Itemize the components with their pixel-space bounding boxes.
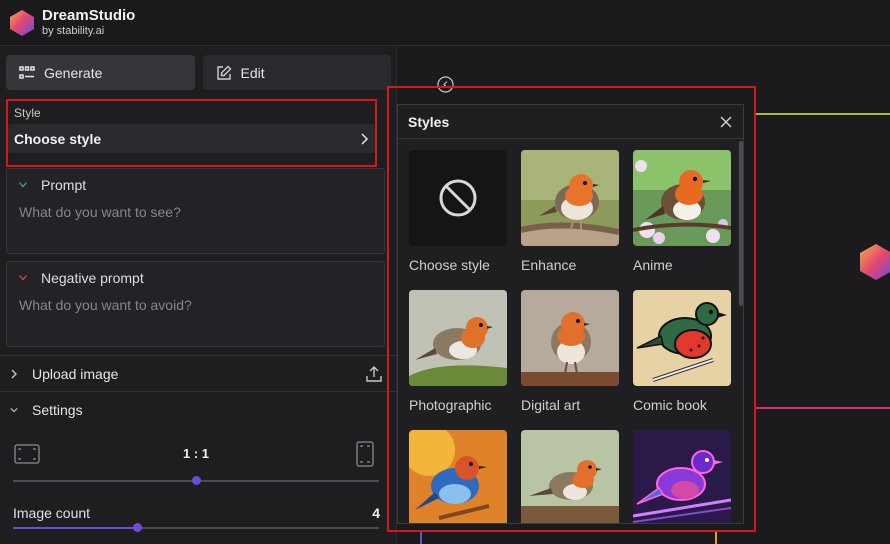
mode-tabs: Generate Edit (6, 55, 391, 91)
negative-prompt-label: Negative prompt (41, 270, 144, 286)
prompt-label: Prompt (41, 177, 87, 193)
canvas-guide-line (755, 407, 890, 409)
prompt-card[interactable]: Prompt What do you want to see? (6, 168, 385, 254)
style-tile-photographic[interactable]: Photographic (409, 290, 507, 413)
style-thumbnail (409, 430, 507, 523)
style-select-value: Choose style (14, 130, 102, 147)
style-tile[interactable] (633, 430, 731, 523)
prompt-input[interactable]: What do you want to see? (19, 204, 181, 220)
settings-row[interactable]: Settings (0, 391, 397, 427)
upload-image-row[interactable]: Upload image (0, 355, 397, 391)
dreamstudio-hex-icon (860, 244, 890, 280)
style-tile-digital-art[interactable]: Digital art (521, 290, 619, 413)
style-thumbnail (633, 430, 731, 523)
style-tile-anime[interactable]: Anime (633, 150, 731, 273)
portrait-ratio-icon[interactable] (356, 441, 374, 467)
grid-icon (18, 64, 36, 82)
negative-prompt-input[interactable]: What do you want to avoid? (19, 297, 192, 313)
image-count-label: Image count (13, 505, 91, 521)
settings-label: Settings (32, 401, 83, 418)
aspect-ratio-value: 1 : 1 (182, 446, 209, 461)
style-tile-label: Choose style (409, 257, 490, 273)
upload-icon[interactable] (365, 365, 383, 383)
brand-title: DreamStudio (42, 6, 136, 24)
dreamstudio-logo (10, 9, 34, 36)
chevron-down-icon (19, 275, 27, 281)
style-tile-choose-style[interactable]: Choose style (409, 150, 507, 273)
style-tile-label: Enhance (521, 257, 577, 273)
styles-popup: Styles Choose style Enhance Anime Photog… (397, 104, 744, 524)
negative-prompt-title: Negative prompt (19, 270, 144, 286)
enhance-thumbnail (521, 150, 619, 246)
chevron-right-icon (361, 132, 369, 145)
photographic-thumbnail (409, 290, 507, 386)
landscape-ratio-icon[interactable] (14, 444, 40, 464)
style-tile-label: Digital art (521, 397, 581, 413)
style-tile-comic-book[interactable]: Comic book (633, 290, 731, 413)
image-count-slider-handle[interactable] (132, 523, 142, 532)
chevron-down-icon (10, 407, 18, 412)
canvas-guide-line (420, 530, 422, 544)
digital-art-thumbnail (521, 290, 619, 386)
style-tile-label: Anime (633, 257, 673, 273)
canvas-guide-line (755, 113, 890, 115)
upload-image-label: Upload image (32, 365, 119, 382)
style-tile-enhance[interactable]: Enhance (521, 150, 619, 273)
close-icon[interactable] (719, 115, 733, 129)
image-count-value: 4 (372, 505, 380, 521)
negative-prompt-card[interactable]: Negative prompt What do you want to avoi… (6, 261, 385, 347)
style-tile-label: Photographic (409, 397, 492, 413)
styles-popup-header: Styles (398, 105, 743, 139)
edit-icon (215, 64, 233, 82)
tab-generate[interactable]: Generate (6, 55, 195, 90)
prompt-title: Prompt (19, 177, 86, 193)
style-select[interactable]: Choose style (8, 124, 375, 153)
tab-edit-label: Edit (240, 64, 265, 81)
chevron-down-icon (19, 182, 27, 188)
none-thumbnail (409, 150, 507, 246)
aspect-ratio-slider-handle[interactable] (191, 476, 201, 485)
style-label: Style (14, 106, 41, 120)
none-icon (439, 179, 477, 217)
style-tile-label: Comic book (633, 397, 707, 413)
anime-thumbnail (633, 150, 731, 246)
style-tile[interactable] (409, 430, 507, 523)
style-tile[interactable] (521, 430, 619, 523)
style-thumbnail (521, 430, 619, 523)
brand-subtitle: by stability.ai (42, 24, 105, 37)
chevron-right-icon (11, 369, 17, 378)
tab-generate-label: Generate (44, 64, 103, 81)
canvas-guide-line (715, 530, 717, 544)
image-count-fill (13, 527, 138, 529)
brand: DreamStudio by stability.ai (42, 6, 136, 38)
tab-edit[interactable]: Edit (202, 55, 391, 90)
app-header: DreamStudio by stability.ai (0, 0, 890, 46)
styles-scrollbar[interactable] (739, 141, 743, 306)
comic-book-thumbnail (633, 290, 731, 386)
styles-popup-title: Styles (408, 113, 450, 130)
